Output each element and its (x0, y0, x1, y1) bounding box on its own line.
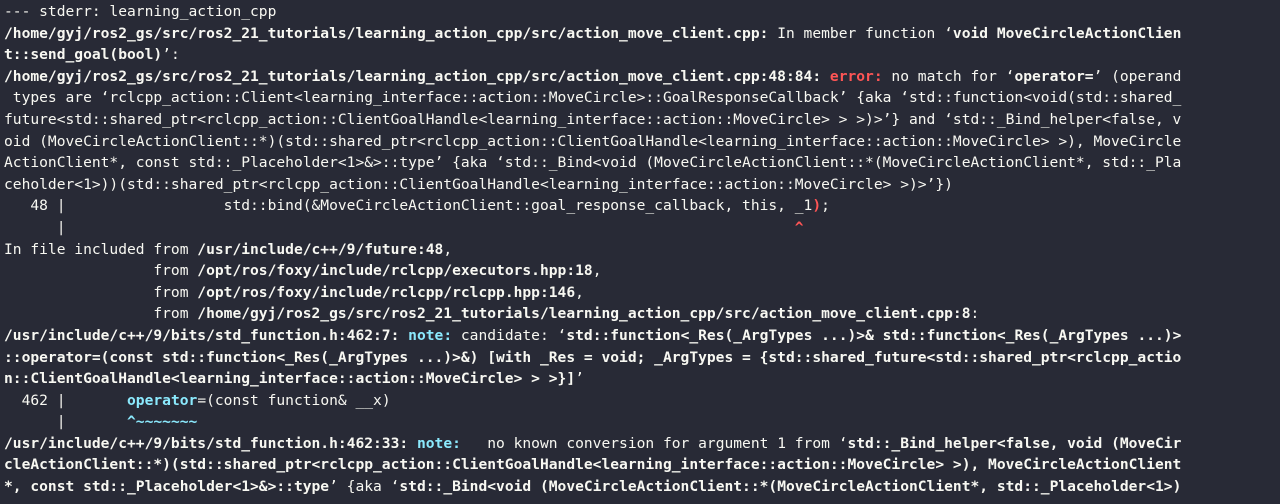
terminal-line: ::operator=(const std::function<_Res(_Ar… (4, 347, 1276, 369)
terminal-output[interactable]: --- stderr: learning_action_cpp /home/gy… (0, 0, 1280, 504)
function-signature: void MoveCircleActionClien (952, 24, 1182, 42)
message-text: , (575, 283, 584, 301)
message-text: In member function ‘ (768, 24, 953, 42)
message-text: : (970, 305, 980, 323)
message-text: ’ {aka ‘ (329, 478, 400, 496)
message-text: types are ‘rclcpp_action::Client<learnin… (4, 89, 1182, 107)
terminal-line: | ^~~~~~~~ (4, 411, 1276, 433)
terminal-line: n::ClientGoalHandle<learning_interface::… (4, 368, 1276, 390)
message-text: oid (MoveCircleActionClient::*)(std::sha… (4, 132, 1182, 150)
file-path: /home/gyj/ros2_gs/src/ros2_21_tutorials/… (4, 67, 822, 85)
message-text: ceholder<1>))(std::shared_ptr<rclcpp_act… (4, 175, 953, 193)
type-signature: cleActionClient::*)(std::shared_ptr<rclc… (4, 456, 1182, 474)
source-code-line: ; (821, 197, 830, 215)
error-caret: ^ (794, 218, 804, 236)
terminal-line: *, const std::_Placeholder<1>&>::type’ {… (4, 476, 1276, 498)
function-signature: n::ClientGoalHandle<learning_interface::… (4, 370, 576, 388)
terminal-line: --- stderr: learning_action_cpp (4, 1, 1276, 23)
function-signature: std::function<_Res(_ArgTypes ...)>& std:… (566, 326, 1182, 344)
message-text: ’: (162, 46, 180, 64)
type-signature: std::_Bind_helper<false, void (MoveCir (847, 434, 1182, 452)
include-path: /opt/ros/foxy/include/rclcpp/executors.h… (197, 262, 593, 280)
file-path: /home/gyj/ros2_gs/src/ros2_21_tutorials/… (4, 24, 769, 42)
terminal-line: oid (MoveCircleActionClient::*)(std::sha… (4, 131, 1276, 153)
stderr-header: --- stderr: learning_action_cpp (4, 3, 277, 20)
message-text: candidate: ‘ (452, 326, 567, 344)
terminal-line: /usr/include/c++/9/bits/std_function.h:4… (4, 325, 1276, 347)
function-signature: t::send_goal(bool) (4, 46, 163, 64)
message-text: In file included from (4, 240, 198, 258)
terminal-line: t::send_goal(bool)’: (4, 44, 1276, 66)
terminal-line: /usr/include/c++/9/bits/std_function.h:4… (4, 433, 1276, 455)
terminal-line: /home/gyj/ros2_gs/src/ros2_21_tutorials/… (4, 23, 1276, 45)
file-path: /usr/include/c++/9/bits/std_function.h:4… (4, 326, 400, 344)
include-path: /opt/ros/foxy/include/rclcpp/rclcpp.hpp:… (197, 283, 576, 301)
terminal-line: ceholder<1>))(std::shared_ptr<rclcpp_act… (4, 174, 1276, 196)
message-text: , (592, 262, 602, 280)
type-signature: std::_Bind<void (MoveCircleActionClient:… (399, 478, 1182, 496)
source-gutter: | (4, 218, 795, 236)
message-text: from (4, 262, 198, 280)
terminal-line: future<std::shared_ptr<rclcpp_action::Cl… (4, 109, 1276, 131)
operator-name: operator= (1014, 67, 1094, 85)
source-code-line: =(const function& __x) (197, 391, 391, 409)
include-path: /usr/include/c++/9/future:48 (197, 240, 444, 258)
terminal-line: 48 | std::bind(&MoveCircleActionClient::… (4, 195, 1276, 217)
terminal-line: types are ‘rclcpp_action::Client<learnin… (4, 87, 1276, 109)
message-text: no known conversion for argument 1 from … (460, 434, 848, 452)
message-text: ’ (operand (1093, 67, 1182, 85)
note-underline: ^~~~~~~~ (127, 413, 198, 431)
file-path: /usr/include/c++/9/bits/std_function.h:4… (4, 434, 409, 452)
terminal-line: ActionClient*, const std::_Placeholder<1… (4, 152, 1276, 174)
source-gutter: | (4, 413, 128, 431)
function-signature: ::operator=(const std::function<_Res(_Ar… (4, 348, 1182, 366)
message-text: future<std::shared_ptr<rclcpp_action::Cl… (4, 110, 1182, 128)
terminal-line: /home/gyj/ros2_gs/src/ros2_21_tutorials/… (4, 66, 1276, 88)
error-highlight: ) (812, 197, 822, 215)
error-label: error: (821, 67, 883, 85)
terminal-line: In file included from /usr/include/c++/9… (4, 239, 1276, 261)
message-text: no match for ‘ (882, 67, 1015, 85)
message-text: , (443, 240, 453, 258)
terminal-line: from /opt/ros/foxy/include/rclcpp/rclcpp… (4, 282, 1276, 304)
terminal-line: | ^ (4, 217, 1276, 239)
type-signature: *, const std::_Placeholder<1>&>::type (4, 478, 330, 496)
note-label: note: (399, 326, 453, 344)
terminal-line: cleActionClient::*)(std::shared_ptr<rclc… (4, 454, 1276, 476)
message-text: from (4, 305, 198, 323)
terminal-line: 462 | operator=(const function& __x) (4, 390, 1276, 412)
message-text: from (4, 283, 198, 301)
message-text: ActionClient*, const std::_Placeholder<1… (4, 154, 1182, 172)
source-code-line: 48 | std::bind(&MoveCircleActionClient::… (4, 197, 813, 215)
source-gutter: 462 | (4, 391, 128, 409)
highlighted-token: operator (127, 391, 198, 409)
message-text: ’ (575, 370, 584, 388)
terminal-line: from /home/gyj/ros2_gs/src/ros2_21_tutor… (4, 303, 1276, 325)
note-label: note: (408, 434, 461, 452)
include-path: /home/gyj/ros2_gs/src/ros2_21_tutorials/… (197, 305, 971, 323)
terminal-line: from /opt/ros/foxy/include/rclcpp/execut… (4, 260, 1276, 282)
